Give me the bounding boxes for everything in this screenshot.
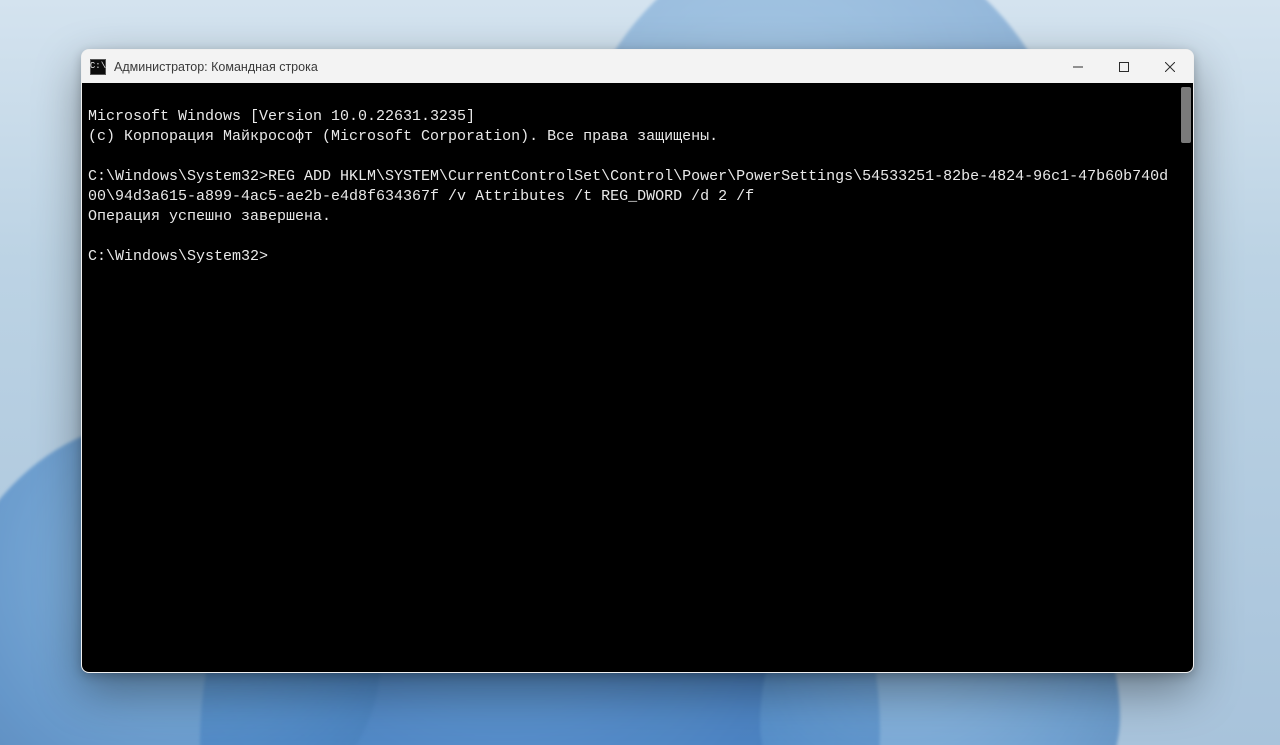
close-icon: [1165, 62, 1175, 72]
terminal-result: Операция успешно завершена.: [88, 208, 331, 225]
minimize-button[interactable]: [1055, 50, 1101, 83]
command-prompt-icon-label: C:\: [90, 62, 106, 71]
terminal-line: (c) Корпорация Майкрософт (Microsoft Cor…: [88, 128, 718, 145]
terminal-area[interactable]: Microsoft Windows [Version 10.0.22631.32…: [82, 83, 1193, 672]
terminal-blank-line: [88, 147, 1175, 167]
terminal-blank-line: [88, 227, 1175, 247]
window-title: Администратор: Командная строка: [114, 60, 318, 74]
scrollbar-thumb[interactable]: [1181, 87, 1191, 143]
command-prompt-icon: C:\: [90, 59, 106, 75]
maximize-icon: [1119, 62, 1129, 72]
command-prompt-window: C:\ Администратор: Командная строка Micr…: [81, 49, 1194, 673]
terminal-output: Microsoft Windows [Version 10.0.22631.32…: [88, 87, 1175, 668]
titlebar[interactable]: C:\ Администратор: Командная строка: [82, 50, 1193, 83]
terminal-prompt: C:\Windows\System32>: [88, 248, 268, 265]
window-controls: [1055, 50, 1193, 83]
terminal-line: Microsoft Windows [Version 10.0.22631.32…: [88, 108, 475, 125]
terminal-prompt: C:\Windows\System32>: [88, 168, 268, 185]
close-button[interactable]: [1147, 50, 1193, 83]
maximize-button[interactable]: [1101, 50, 1147, 83]
minimize-icon: [1073, 62, 1083, 72]
